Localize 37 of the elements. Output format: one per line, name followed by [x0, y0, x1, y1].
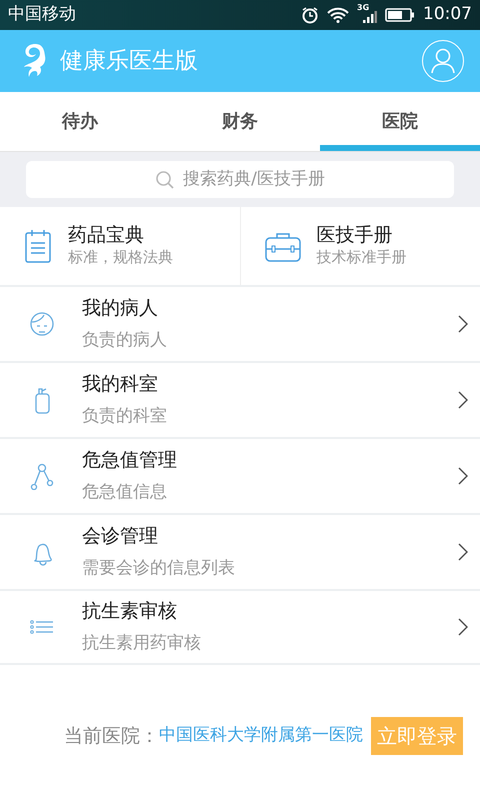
- face-icon: [28, 310, 56, 338]
- menu-item-subtitle: 抗生素用药审核: [82, 632, 202, 654]
- menu-item[interactable]: 抗生素审核 抗生素用药审核: [0, 589, 480, 665]
- menu-item-title: 抗生素审核: [82, 600, 178, 624]
- menu-item-title: 危急值管理: [82, 449, 178, 473]
- nodes-icon: [28, 462, 56, 490]
- menu-item-subtitle: 危急值信息: [82, 480, 168, 503]
- user-icon: [431, 48, 455, 74]
- chevron-right-icon: [458, 391, 468, 409]
- profile-button[interactable]: [422, 40, 464, 82]
- shortcut-title: 医技手册: [316, 224, 394, 248]
- shortcut-title: 药品宝典: [68, 224, 145, 248]
- chevron-right-icon: [458, 618, 468, 636]
- app-title: 健康乐医生版: [60, 46, 198, 76]
- wifi-icon: [327, 7, 349, 23]
- search-icon: [155, 170, 176, 190]
- network-type: 3G: [357, 2, 370, 14]
- menu-item-subtitle: 负责的科室: [82, 404, 168, 427]
- alarm-icon: [301, 6, 319, 24]
- menu-item-title: 会诊管理: [82, 525, 159, 549]
- menu-item-title: 我的科室: [82, 373, 159, 397]
- menu-item-title: 我的病人: [82, 297, 159, 321]
- shortcut-subtitle: 标准，规格法典: [68, 248, 173, 268]
- signal-icon: [363, 11, 377, 23]
- carrier-name: 中国移动: [8, 3, 76, 26]
- chevron-right-icon: [458, 543, 468, 561]
- search-placeholder: 搜索药典/医技手册: [183, 168, 325, 191]
- clock-time: 10:07: [423, 3, 472, 26]
- menu-item-subtitle: 负责的病人: [82, 328, 168, 351]
- battery-icon: [385, 8, 415, 22]
- shortcut-tile[interactable]: 药品宝典 标准，规格法典: [0, 207, 240, 285]
- chevron-right-icon: [458, 315, 468, 333]
- shortcut-subtitle: 技术标准手册: [316, 248, 406, 268]
- book-icon: [24, 229, 52, 263]
- chevron-right-icon: [458, 467, 468, 485]
- hospital-label: 当前医院：: [64, 724, 159, 749]
- menu-item-subtitle: 需要会诊的信息列表: [82, 556, 236, 579]
